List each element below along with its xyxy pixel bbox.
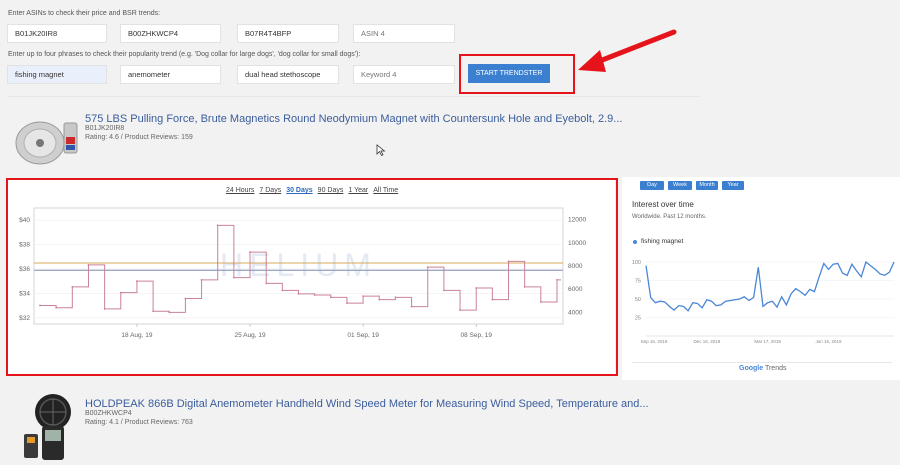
trends-y-tick: 100 bbox=[632, 260, 641, 266]
trends-x-tick: Mar 17, 2019 bbox=[754, 339, 781, 344]
trends-subtitle: Worldwide. Past 12 months. bbox=[632, 214, 707, 220]
asin-input-3[interactable] bbox=[237, 24, 339, 43]
product-rating-2: Rating: 4.1 / Product Reviews: 763 bbox=[85, 419, 193, 426]
trends-chart: 100 75 50 25 Sep 16, 2018 Dec 16, 2018 Mar 17,… bbox=[632, 260, 895, 344]
product-title-2[interactable]: HOLDPEAK 866B Digital Anemometer Handhel… bbox=[85, 398, 649, 410]
phrase-input-4[interactable] bbox=[353, 65, 455, 84]
trends-x-tick: Jun 16, 2019 bbox=[815, 339, 842, 344]
asin-label: Enter ASINs to check their price and BSR… bbox=[8, 10, 161, 17]
trends-y-tick: 75 bbox=[635, 279, 641, 285]
phrase-input-1[interactable] bbox=[7, 65, 107, 84]
google-trends-logo: Google Trends bbox=[739, 365, 786, 372]
trends-day-button[interactable]: Day bbox=[640, 181, 664, 190]
legend-dot-icon bbox=[633, 240, 637, 244]
asin-input-1[interactable] bbox=[7, 24, 107, 43]
mouse-cursor-icon bbox=[376, 144, 386, 157]
trends-divider bbox=[632, 362, 892, 363]
product-rating-1: Rating: 4.6 / Product Reviews: 159 bbox=[85, 134, 193, 141]
trendster-page: Enter ASINs to check their price and BSR… bbox=[0, 0, 900, 465]
trends-year-button[interactable]: Year bbox=[722, 181, 744, 190]
trends-week-button[interactable]: Week bbox=[668, 181, 692, 190]
highlight-box-chart bbox=[6, 178, 618, 376]
trends-y-tick: 50 bbox=[635, 297, 641, 303]
google-wordmark: Google bbox=[739, 365, 764, 372]
asin-input-2[interactable] bbox=[120, 24, 221, 43]
trends-wordmark: Trends bbox=[764, 365, 787, 372]
product-asin-1: B01JK20IR8 bbox=[85, 125, 125, 132]
phrase-input-3[interactable] bbox=[237, 65, 339, 84]
trends-month-button[interactable]: Month bbox=[696, 181, 718, 190]
product-image-anemometer bbox=[24, 394, 71, 460]
phrase-label: Enter up to four phrases to check their … bbox=[8, 51, 361, 58]
trends-x-tick: Dec 16, 2018 bbox=[693, 339, 720, 344]
product-title-1[interactable]: 575 LBS Pulling Force, Brute Magnetics R… bbox=[85, 113, 622, 125]
asin-input-4[interactable] bbox=[353, 24, 455, 43]
product-asin-2: B00ZHKWCP4 bbox=[85, 410, 132, 417]
product-image-magnet bbox=[15, 121, 78, 165]
trends-x-tick: Sep 16, 2018 bbox=[641, 339, 668, 344]
trends-series-line bbox=[645, 260, 895, 312]
trends-legend: fishing magnet bbox=[641, 238, 684, 245]
trends-title: Interest over time bbox=[632, 200, 694, 209]
red-arrow-icon bbox=[578, 29, 677, 72]
divider bbox=[8, 96, 700, 97]
highlight-box-button bbox=[459, 54, 575, 94]
trends-y-tick: 25 bbox=[635, 316, 641, 322]
phrase-input-2[interactable] bbox=[120, 65, 221, 84]
